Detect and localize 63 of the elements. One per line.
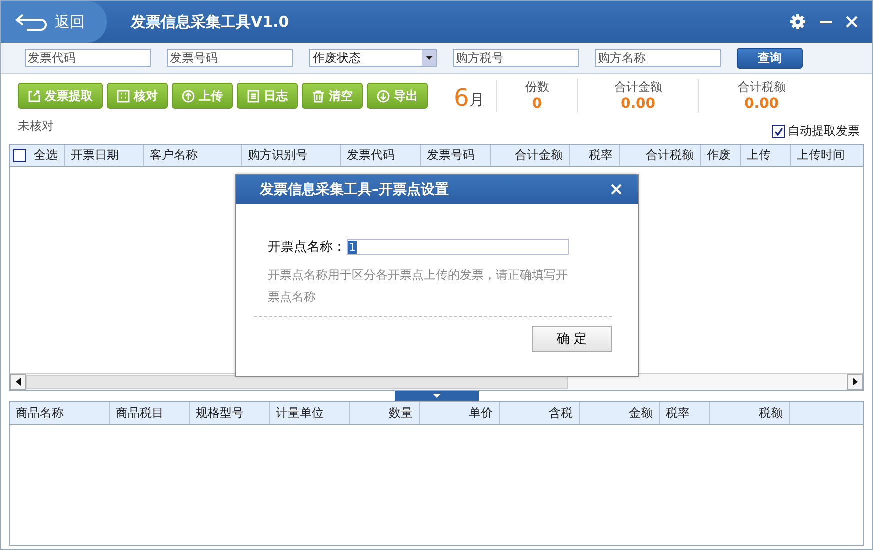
column-header[interactable]: 数量 xyxy=(350,402,420,424)
caret-icon xyxy=(432,394,440,398)
column-header[interactable]: 开票日期 xyxy=(65,145,144,166)
field-label: 开票点名称： xyxy=(268,239,346,256)
select-all-checkbox[interactable]: 全选 xyxy=(10,145,65,166)
scroll-right-icon[interactable] xyxy=(852,378,858,386)
back-button[interactable]: 返回 xyxy=(1,1,107,43)
close-icon[interactable] xyxy=(611,184,622,195)
column-header[interactable]: 合计金额 xyxy=(491,145,570,166)
settings-icon[interactable] xyxy=(790,14,806,30)
list-icon xyxy=(247,90,260,102)
filter-field[interactable]: 购方名称 xyxy=(595,49,721,67)
export-arrow-icon xyxy=(28,90,41,102)
column-header[interactable]: 作废 xyxy=(701,145,741,166)
column-header[interactable]: 单价 xyxy=(420,402,500,424)
column-header[interactable]: 规格型号 xyxy=(190,402,270,424)
scroll-left-icon[interactable] xyxy=(16,378,20,386)
column-header[interactable]: 税率 xyxy=(570,145,620,166)
column-header[interactable]: 客户名称 xyxy=(144,145,242,166)
column-header[interactable]: 发票代码 xyxy=(341,145,421,166)
query-button[interactable]: 查询 xyxy=(737,48,803,68)
checkbox[interactable] xyxy=(13,149,26,162)
horizontal-scrollbar[interactable] xyxy=(10,373,863,390)
filter-field[interactable]: 发票号码 xyxy=(167,49,293,67)
column-header[interactable]: 计量单位 xyxy=(270,402,350,424)
stat-value: 0.00 xyxy=(621,96,656,112)
column-header[interactable]: 税率 xyxy=(660,402,710,424)
stat-label: 合计税额 xyxy=(738,79,786,96)
column-header[interactable]: 上传时间 xyxy=(791,145,872,166)
month-unit: 月 xyxy=(469,90,484,111)
column-header[interactable]: 含税 xyxy=(500,402,580,424)
checkbox[interactable] xyxy=(772,125,785,138)
dialog-title: 发票信息采集工具–开票点设置 xyxy=(260,180,449,198)
splitter-handle[interactable] xyxy=(394,391,478,401)
download-icon xyxy=(377,90,390,102)
upload-icon xyxy=(182,90,195,102)
grid-icon xyxy=(117,90,130,102)
check-status: 未核对 xyxy=(18,118,54,135)
month-number: 6 xyxy=(454,84,470,112)
filter-field[interactable]: 发票代码 xyxy=(25,49,151,67)
column-header[interactable]: 商品税目 xyxy=(110,402,190,424)
column-header[interactable]: 金额 xyxy=(580,402,660,424)
close-icon[interactable] xyxy=(846,16,858,28)
stat-value: 0 xyxy=(532,96,542,112)
stat-value: 0.00 xyxy=(744,96,780,112)
column-header[interactable]: 商品名称 xyxy=(10,402,110,424)
name-field[interactable]: 1 xyxy=(347,239,569,255)
trash-icon xyxy=(312,90,325,102)
back-arrow-icon xyxy=(15,12,49,32)
column-header[interactable]: 合计税额 xyxy=(620,145,701,166)
column-header[interactable]: 发票号码 xyxy=(421,145,491,166)
column-header[interactable]: 上传 xyxy=(741,145,791,166)
auto-extract-checkbox[interactable]: 自动提取发票 xyxy=(772,123,860,140)
stat-label: 合计金额 xyxy=(614,79,662,96)
stat-label: 份数 xyxy=(525,79,550,96)
window-title: 发票信息采集工具V1.0 xyxy=(131,12,290,32)
caret-icon xyxy=(426,56,432,60)
status-dropdown[interactable]: 作废状态 xyxy=(309,49,437,67)
ok-button[interactable]: 确 定 xyxy=(532,326,612,352)
column-header[interactable]: 税额 xyxy=(710,402,790,424)
column-header[interactable]: 购方识别号 xyxy=(242,145,341,166)
hint-text: 开票点名称用于区分各开票点上传的发票，请正确填写开票点名称 xyxy=(267,267,569,306)
filter-field[interactable]: 购方税号 xyxy=(453,49,579,67)
